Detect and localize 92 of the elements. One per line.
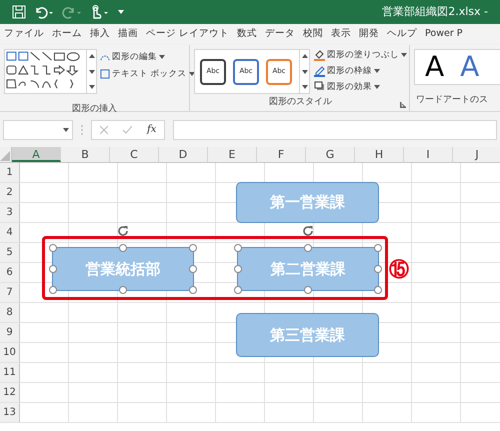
- column-header[interactable]: D: [159, 147, 208, 162]
- ribbon-tab[interactable]: 校閲: [303, 27, 324, 42]
- resize-handle[interactable]: [374, 265, 382, 273]
- row-header[interactable]: 7: [0, 283, 20, 302]
- row-header[interactable]: 2: [0, 183, 20, 202]
- pen-icon: [314, 66, 325, 77]
- column-header[interactable]: I: [404, 147, 453, 162]
- ribbon-tab[interactable]: ヘルプ: [387, 27, 418, 42]
- caret-icon[interactable]: [374, 68, 380, 74]
- rotate-handle-icon[interactable]: [116, 224, 130, 238]
- customize-caret-icon[interactable]: [118, 9, 124, 15]
- ribbon-tab[interactable]: 挿入: [90, 27, 110, 42]
- row-header[interactable]: 4: [0, 223, 20, 242]
- resize-handle[interactable]: [49, 244, 57, 252]
- row-header[interactable]: 6: [0, 263, 20, 282]
- scroll-down-icon[interactable]: [302, 68, 308, 74]
- row-header[interactable]: 9: [0, 323, 20, 342]
- shapes-gallery[interactable]: [4, 49, 97, 94]
- scroll-down-icon[interactable]: [88, 68, 95, 74]
- scroll-up-icon[interactable]: [88, 53, 95, 59]
- row-header[interactable]: 3: [0, 203, 20, 222]
- wordart-sample[interactable]: A: [460, 53, 480, 81]
- column-header[interactable]: J: [453, 147, 500, 162]
- hand-icon[interactable]: [90, 5, 110, 19]
- row-header[interactable]: 1: [0, 163, 20, 182]
- resize-handle[interactable]: [304, 286, 312, 294]
- resize-handle[interactable]: [49, 286, 57, 294]
- column-header[interactable]: A: [12, 147, 61, 162]
- resize-handle[interactable]: [189, 286, 197, 294]
- ribbon-tab[interactable]: 数式: [237, 27, 258, 42]
- ribbon-button[interactable]: 図形の効果: [327, 80, 372, 94]
- group-label: 図形のスタイル: [269, 96, 332, 108]
- resize-handle[interactable]: [234, 244, 242, 252]
- ribbon-button[interactable]: 図形の塗りつぶし: [327, 49, 399, 62]
- ribbon-tab[interactable]: データ: [265, 27, 296, 42]
- group-label: 図形の挿入: [72, 104, 117, 114]
- resize-handle[interactable]: [49, 265, 57, 273]
- ribbon-tab[interactable]: ホーム: [52, 27, 82, 42]
- dropdown-caret-icon[interactable]: [63, 126, 69, 132]
- group-label: ワードアートのス: [416, 95, 488, 105]
- step-number: ⑮: [389, 259, 409, 279]
- expand-gallery-icon[interactable]: [302, 84, 308, 90]
- column-header[interactable]: G: [306, 147, 355, 162]
- ribbon-tab[interactable]: 表示: [331, 27, 352, 42]
- drag-handle-icon: [81, 124, 83, 134]
- undo-icon[interactable]: [34, 5, 54, 19]
- resize-handle[interactable]: [304, 244, 312, 252]
- resize-handle[interactable]: [189, 265, 197, 273]
- expand-gallery-icon[interactable]: [88, 84, 95, 90]
- ribbon-button[interactable]: 図形の編集: [112, 51, 157, 64]
- column-header[interactable]: F: [257, 147, 306, 162]
- column-header[interactable]: E: [208, 147, 257, 162]
- row-header[interactable]: 13: [0, 403, 20, 422]
- formula-input[interactable]: [173, 120, 497, 140]
- dialog-launcher-icon[interactable]: [400, 102, 406, 108]
- resize-handle[interactable]: [234, 265, 242, 273]
- shape-effect-icon: [314, 81, 325, 92]
- row-header[interactable]: 8: [0, 303, 20, 322]
- window-title: 営業部組織図2.xlsx -: [382, 4, 488, 20]
- row-header[interactable]: 11: [0, 363, 20, 382]
- resize-handle[interactable]: [234, 286, 242, 294]
- wordart-sample[interactable]: A: [425, 53, 444, 81]
- caret-icon[interactable]: [374, 84, 380, 90]
- paint-bucket-icon: [314, 50, 325, 61]
- resize-handle[interactable]: [119, 286, 127, 294]
- scroll-up-icon[interactable]: [302, 53, 308, 59]
- caret-icon[interactable]: [159, 54, 165, 60]
- caret-icon[interactable]: [401, 52, 407, 58]
- ribbon-tab[interactable]: ファイル: [4, 27, 44, 42]
- column-header[interactable]: B: [61, 147, 110, 162]
- ribbon-tab[interactable]: 開発: [359, 27, 380, 42]
- rotate-handle-icon[interactable]: [301, 224, 315, 238]
- save-icon[interactable]: [12, 5, 26, 19]
- resize-handle[interactable]: [189, 244, 197, 252]
- text-box-icon: [100, 69, 110, 80]
- insert-function-button[interactable]: fx: [147, 122, 156, 137]
- resize-handle[interactable]: [374, 244, 382, 252]
- ribbon-tab[interactable]: 描画: [118, 27, 138, 42]
- ribbon-tab[interactable]: Power P: [425, 27, 463, 42]
- enter-icon[interactable]: [122, 126, 132, 134]
- column-header[interactable]: H: [355, 147, 404, 162]
- ribbon-tab[interactable]: ページ レイアウト: [146, 27, 230, 42]
- row-header[interactable]: 5: [0, 243, 20, 262]
- row-header[interactable]: 12: [0, 383, 20, 402]
- row-header[interactable]: 10: [0, 343, 20, 362]
- caret-icon[interactable]: [188, 71, 195, 78]
- resize-handle[interactable]: [119, 244, 127, 252]
- column-header[interactable]: C: [110, 147, 159, 162]
- ribbon-button[interactable]: 図形の枠線: [327, 64, 372, 78]
- cancel-icon[interactable]: [100, 126, 108, 134]
- ribbon-button[interactable]: テキスト ボックス: [112, 68, 187, 80]
- resize-handle[interactable]: [374, 286, 382, 294]
